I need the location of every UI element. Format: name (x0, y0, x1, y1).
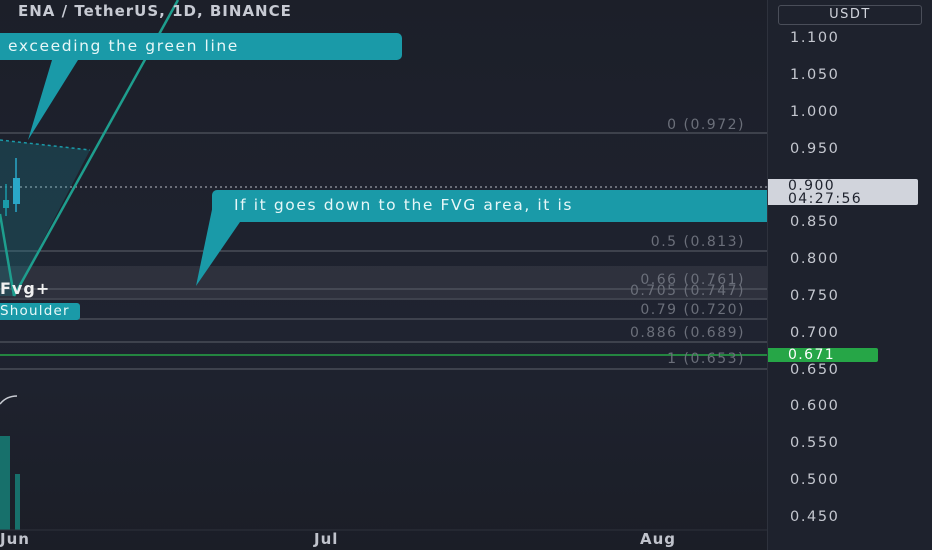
price-tick: 0.850 (790, 214, 840, 230)
price-tick: 0.950 (790, 141, 840, 157)
price-tick: 0.650 (790, 362, 840, 378)
shoulder-label[interactable]: Shoulder (0, 303, 80, 320)
fib-label-1: 1 (0.653) (667, 351, 745, 367)
callout-fvg-area[interactable]: If it goes down to the FVG area, it is (212, 190, 767, 222)
price-tick: 1.000 (790, 104, 840, 120)
green-line-price-badge: 0.671 (768, 348, 878, 362)
price-tick: 0.800 (790, 251, 840, 267)
symbol-title[interactable]: ENA / TetherUS, 1D, BINANCE (18, 2, 292, 20)
price-tick: 0.750 (790, 288, 840, 304)
candle-body-2 (13, 178, 20, 204)
price-tick: 0.600 (790, 398, 840, 414)
time-label-jul: Jul (314, 530, 339, 548)
volume-bar-2 (15, 474, 20, 530)
volume-bar-1 (0, 436, 10, 530)
fib-label-0886: 0.886 (0.689) (629, 325, 745, 341)
price-tick: 0.450 (790, 509, 840, 525)
time-label-jun: Jun (0, 530, 30, 548)
price-tick: 0.500 (790, 472, 840, 488)
last-price-badge: 0.900 04:27:56 (768, 179, 918, 207)
fib-label-0705: 0.705 (0.747) (629, 283, 745, 299)
callout-green-line[interactable]: exceeding the green line (0, 33, 402, 60)
fib-label-05: 0.5 (0.813) (650, 234, 745, 250)
price-tick: 0.700 (790, 325, 840, 341)
price-axis[interactable]: USDT 1.100 1.050 1.000 0.950 0.850 0.800… (767, 0, 932, 550)
candle-body-1 (3, 200, 9, 208)
price-tick: 1.100 (790, 30, 840, 46)
indicator-curve (0, 395, 18, 405)
currency-selector[interactable]: USDT (778, 5, 922, 25)
fib-label-0: 0 (0.972) (667, 117, 745, 133)
price-tick: 0.550 (790, 435, 840, 451)
bar-countdown: 04:27:56 (788, 191, 863, 207)
fib-label-079: 0.79 (0.720) (640, 302, 745, 318)
time-label-aug: Aug (640, 530, 677, 548)
bubble-top-pointer (28, 60, 78, 140)
fvg-label[interactable]: Fvg+ (0, 279, 50, 298)
price-tick: 1.050 (790, 67, 840, 83)
chart-pane[interactable]: ENA / TetherUS, 1D, BINANCE exceeding th… (0, 0, 767, 550)
